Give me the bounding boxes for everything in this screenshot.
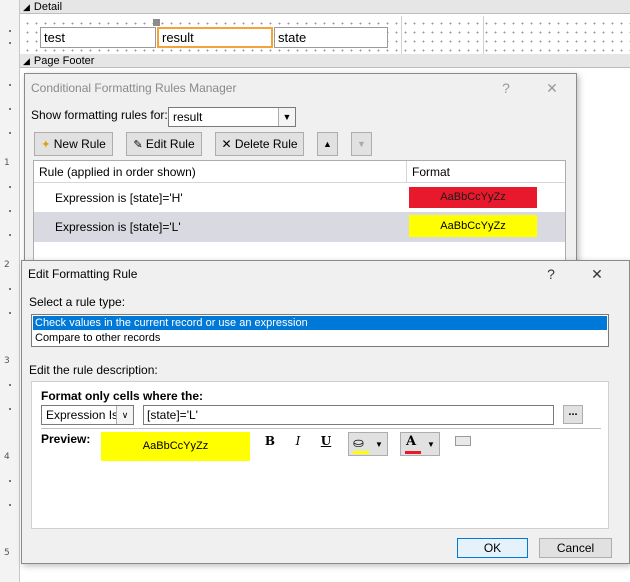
preview-label: Preview: bbox=[41, 432, 91, 446]
show-rules-value: result bbox=[173, 110, 203, 124]
edit-rule-icon: ✎ bbox=[133, 139, 143, 151]
vertical-ruler: 1 2 3 4 5 bbox=[0, 0, 20, 582]
band-collapse-icon: ◢ bbox=[23, 2, 30, 12]
select-rule-type-label: Select a rule type: bbox=[29, 295, 126, 309]
rule-row[interactable]: Expression is [state]='H' AaBbCcYyZz bbox=[34, 184, 565, 212]
edit-rule-button[interactable]: ✎ Edit Rule bbox=[126, 132, 202, 156]
rules-list-header: Rule (applied in order shown) Format bbox=[34, 161, 565, 183]
triangle-up-icon: ▲ bbox=[323, 139, 332, 149]
delete-rule-label: Delete Rule bbox=[234, 137, 298, 151]
condition-type-combo[interactable]: Expression Is ∨ bbox=[41, 405, 134, 425]
delete-icon: ✕ bbox=[221, 137, 232, 151]
rules-list[interactable]: Rule (applied in order shown) Format Exp… bbox=[33, 160, 566, 274]
chevron-down-icon: ▼ bbox=[278, 108, 295, 126]
data-bar-icon[interactable] bbox=[455, 436, 471, 446]
ruler-number: 2 bbox=[4, 260, 10, 270]
new-rule-label: New Rule bbox=[53, 137, 106, 151]
help-button[interactable]: ? bbox=[491, 74, 521, 102]
show-rules-combo[interactable]: result ▼ bbox=[168, 107, 296, 127]
expression-input[interactable]: [state]='L' bbox=[143, 405, 554, 425]
italic-button[interactable]: I bbox=[289, 434, 307, 448]
help-button[interactable]: ? bbox=[536, 261, 566, 287]
new-rule-icon: ✦ bbox=[41, 139, 51, 151]
font-color-button[interactable]: A ▼ bbox=[400, 432, 440, 456]
rule-format-sample: AaBbCcYyZz bbox=[409, 215, 537, 237]
field-state[interactable]: state bbox=[274, 27, 388, 48]
new-rule-button[interactable]: ✦ New Rule bbox=[34, 132, 113, 156]
detail-band-label: Detail bbox=[33, 1, 63, 13]
condition-type-value: Expression Is bbox=[46, 408, 119, 422]
triangle-down-icon: ▼ bbox=[357, 139, 366, 149]
edit-rule-label: Edit Rule bbox=[145, 137, 195, 151]
format-only-label: Format only cells where the: bbox=[41, 389, 204, 403]
rule-description-label: Edit the rule description: bbox=[29, 363, 158, 377]
preview-sample: AaBbCcYyZz bbox=[101, 432, 250, 461]
field-result[interactable]: result bbox=[157, 27, 273, 48]
format-column-header[interactable]: Format bbox=[412, 165, 450, 179]
page-footer-label: Page Footer bbox=[33, 55, 95, 67]
rule-type-list[interactable]: Check values in the current record or us… bbox=[31, 314, 609, 347]
field-test[interactable]: test bbox=[40, 27, 156, 48]
fill-color-button[interactable]: ⛀ ▼ bbox=[348, 432, 388, 456]
ruler-number: 5 bbox=[4, 548, 10, 558]
delete-rule-button[interactable]: ✕ Delete Rule bbox=[215, 132, 304, 156]
rule-type-option[interactable]: Compare to other records bbox=[33, 331, 607, 345]
ruler-number: 3 bbox=[4, 356, 10, 366]
paint-bucket-icon: ⛀ bbox=[353, 435, 364, 450]
rule-row-selected[interactable]: Expression is [state]='L' AaBbCcYyZz bbox=[34, 212, 565, 242]
rule-expression: Expression is [state]='H' bbox=[55, 191, 183, 205]
rule-description-panel: Format only cells where the: Expression … bbox=[31, 381, 609, 529]
rule-column-header[interactable]: Rule (applied in order shown) bbox=[39, 165, 196, 179]
rule-format-sample: AaBbCcYyZz bbox=[409, 187, 537, 208]
rule-type-option-selected[interactable]: Check values in the current record or us… bbox=[33, 316, 607, 330]
detail-band-header[interactable]: ◢ Detail bbox=[20, 0, 630, 14]
show-rules-label: Show formatting rules for: bbox=[31, 108, 168, 122]
close-button[interactable]: ✕ bbox=[537, 74, 567, 102]
expression-builder-button[interactable]: ... bbox=[563, 405, 583, 424]
triangle-down-icon: ▼ bbox=[427, 440, 435, 449]
underline-button[interactable]: U bbox=[317, 434, 335, 448]
ruler-number: 4 bbox=[4, 452, 10, 462]
move-down-button[interactable]: ▼ bbox=[351, 132, 372, 156]
rules-manager-dialog: Conditional Formatting Rules Manager ? ✕… bbox=[24, 73, 577, 274]
chevron-down-icon: ∨ bbox=[116, 406, 133, 424]
selection-handle[interactable] bbox=[153, 19, 160, 26]
triangle-down-icon: ▼ bbox=[375, 440, 383, 449]
cancel-button[interactable]: Cancel bbox=[539, 538, 612, 558]
page-footer-band-header[interactable]: ◢ Page Footer bbox=[20, 54, 630, 68]
close-button[interactable]: ✕ bbox=[582, 261, 612, 287]
divider bbox=[41, 428, 601, 429]
ruler-number: 1 bbox=[4, 158, 10, 168]
rule-expression: Expression is [state]='L' bbox=[55, 220, 181, 234]
bold-button[interactable]: B bbox=[261, 434, 279, 448]
band-collapse-icon: ◢ bbox=[23, 56, 30, 66]
ok-button[interactable]: OK bbox=[457, 538, 528, 558]
edit-rule-dialog: Edit Formatting Rule ? ✕ Select a rule t… bbox=[21, 260, 630, 564]
move-up-button[interactable]: ▲ bbox=[317, 132, 338, 156]
font-color-icon: A bbox=[406, 434, 417, 449]
